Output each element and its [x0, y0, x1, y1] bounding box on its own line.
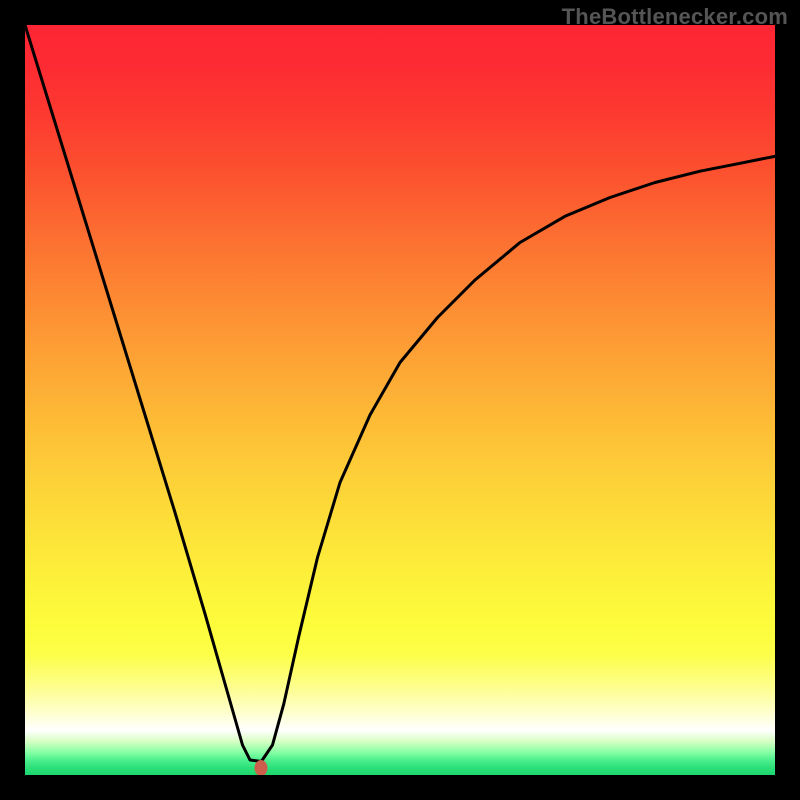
bottleneck-curve	[25, 25, 775, 762]
chart-frame: TheBottlenecker.com	[0, 0, 800, 800]
watermark-text: TheBottlenecker.com	[562, 4, 788, 30]
curve-svg	[25, 25, 775, 775]
vertex-marker	[255, 760, 268, 776]
plot-area	[25, 25, 775, 775]
